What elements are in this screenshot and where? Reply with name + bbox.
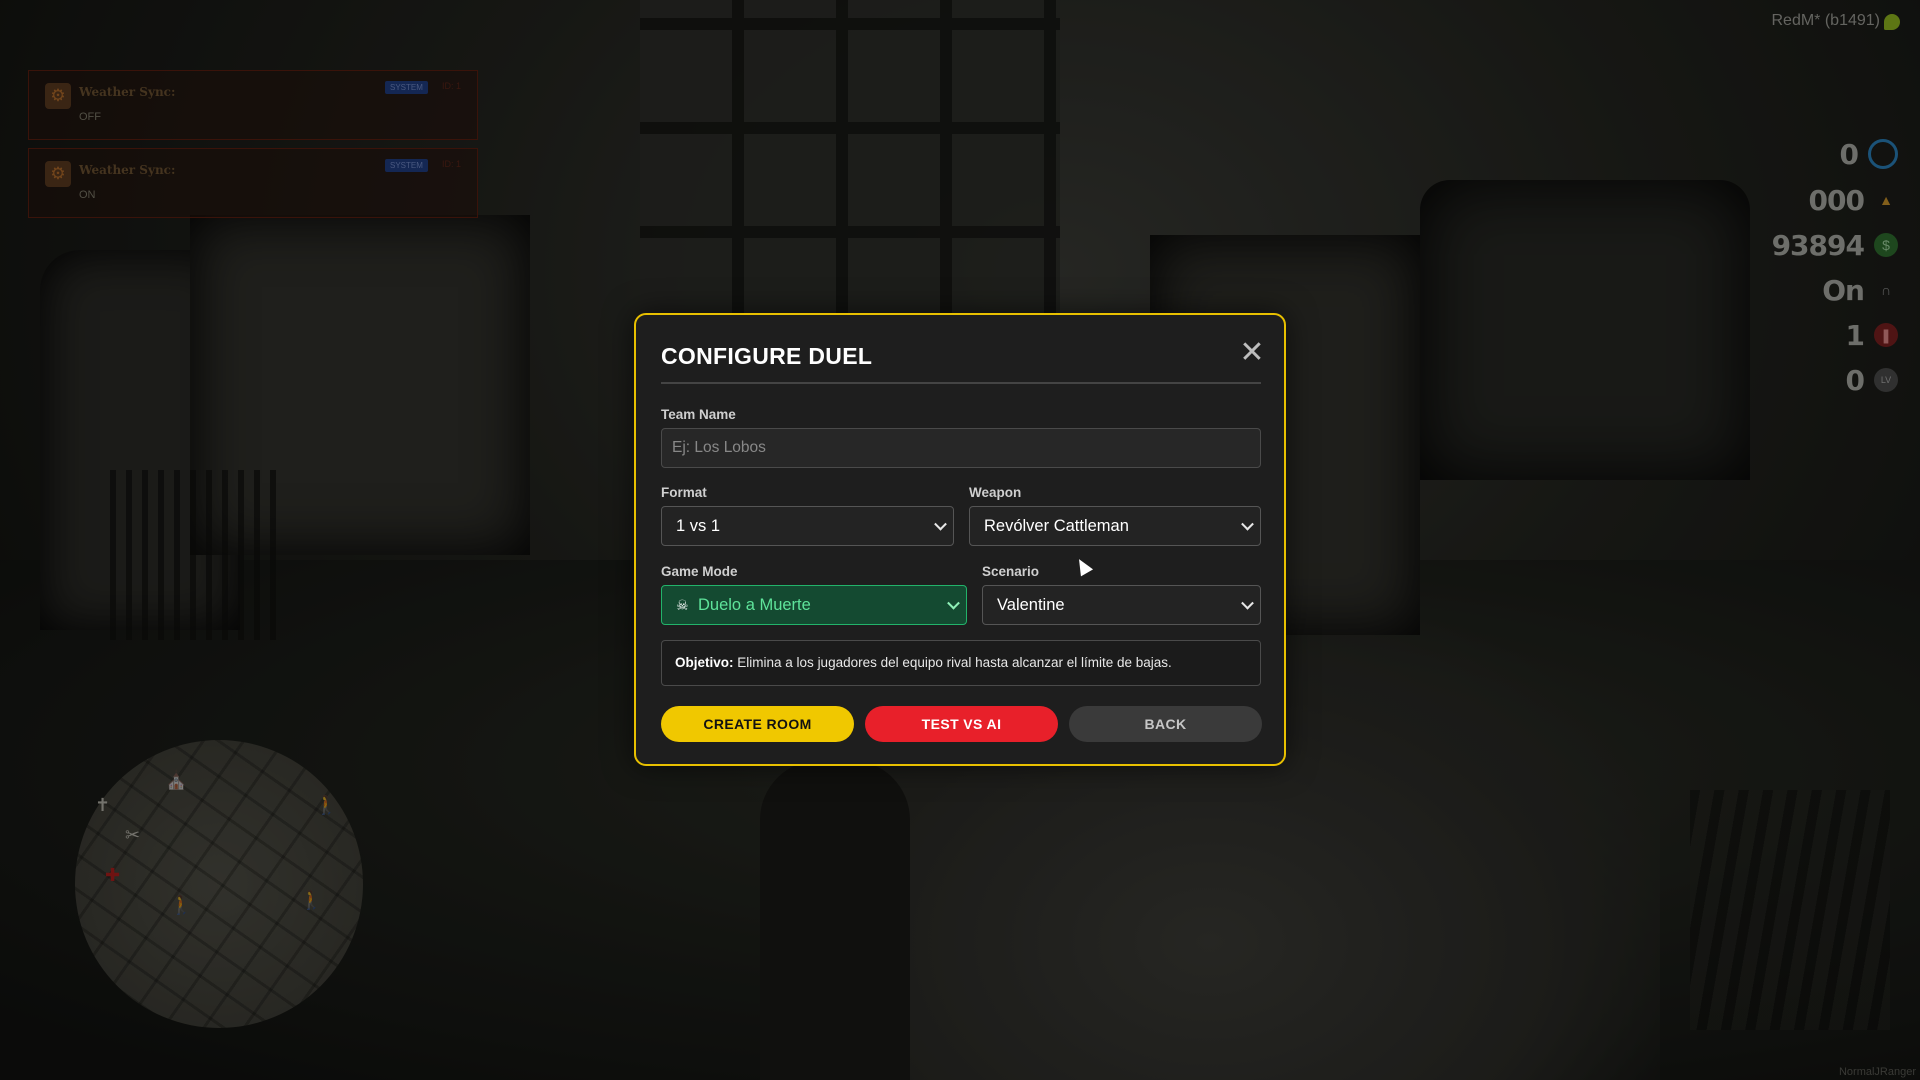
objective-box: Objetivo: Elimina a los jugadores del eq… <box>661 640 1261 686</box>
objective-text: Elimina a los jugadores del equipo rival… <box>737 655 1172 670</box>
back-button[interactable]: BACK <box>1069 706 1262 742</box>
test-vs-ai-button[interactable]: TEST VS AI <box>865 706 1058 742</box>
format-label: Format <box>661 485 707 500</box>
watermark: NormalJRanger <box>1838 1066 1916 1078</box>
chevron-down-icon <box>1241 596 1254 610</box>
chevron-down-icon <box>934 517 947 531</box>
divider <box>661 382 1261 384</box>
team-name-label: Team Name <box>661 407 736 422</box>
game-mode-select[interactable]: ☠ Duelo a Muerte <box>661 585 967 625</box>
chevron-down-icon <box>1241 517 1254 531</box>
format-select[interactable]: 1 vs 1 <box>661 506 954 546</box>
modal-title: CONFIGURE DUEL <box>661 343 873 369</box>
weapon-value: Revólver Cattleman <box>984 516 1129 535</box>
scenario-label: Scenario <box>982 564 1040 579</box>
game-mode-label: Game Mode <box>661 564 738 579</box>
scenario-value: Valentine <box>997 595 1065 614</box>
weapon-label: Weapon <box>969 485 1022 500</box>
close-icon[interactable]: ✕ <box>1238 338 1266 368</box>
objective-label: Objetivo: <box>675 655 734 670</box>
skull-icon: ☠ <box>676 596 689 613</box>
game-mode-value: Duelo a Muerte <box>698 595 811 614</box>
configure-duel-modal: CONFIGURE DUEL ✕ Team Name Format 1 vs 1… <box>634 313 1286 766</box>
create-room-button[interactable]: CREATE ROOM <box>661 706 854 742</box>
format-value: 1 vs 1 <box>676 516 721 535</box>
chevron-down-icon <box>947 596 960 610</box>
team-name-input[interactable] <box>661 428 1261 468</box>
weapon-select[interactable]: Revólver Cattleman <box>969 506 1261 546</box>
scenario-select[interactable]: Valentine <box>982 585 1261 625</box>
